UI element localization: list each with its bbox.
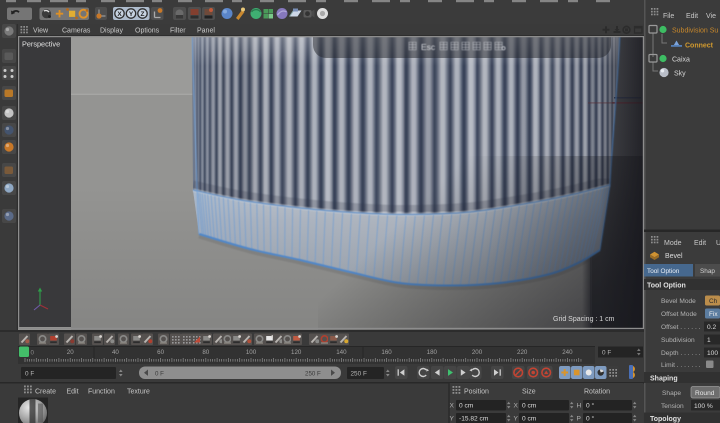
svg-text:Function: Function <box>88 389 115 396</box>
svg-text:100: 100 <box>246 349 257 356</box>
svg-text:120: 120 <box>291 349 302 356</box>
svg-text:Topology: Topology <box>650 416 681 423</box>
svg-text:100: 100 <box>707 350 718 357</box>
svg-text:Z: Z <box>141 11 145 18</box>
svg-text:180: 180 <box>427 349 438 356</box>
svg-text:Vie: Vie <box>706 13 716 20</box>
svg-text:0 °: 0 ° <box>586 402 594 410</box>
svg-text:Caixa: Caixa <box>672 57 690 64</box>
svg-text:Fix: Fix <box>709 311 718 318</box>
svg-text:Panel: Panel <box>197 28 215 35</box>
svg-text:Shaping: Shaping <box>650 376 678 383</box>
svg-text:Texture: Texture <box>127 389 150 396</box>
svg-text:Size: Size <box>522 389 536 396</box>
svg-text:Shape: Shape <box>662 390 681 397</box>
svg-text:Round: Round <box>695 390 715 397</box>
svg-text:X: X <box>117 11 122 18</box>
svg-text:20: 20 <box>67 349 74 356</box>
svg-text:Display: Display <box>100 28 123 35</box>
svg-text:X: X <box>514 403 519 410</box>
svg-text:View: View <box>33 28 49 35</box>
svg-text:Rotation: Rotation <box>584 389 610 396</box>
svg-text:Mode: Mode <box>664 240 682 247</box>
svg-text:Y: Y <box>450 416 455 423</box>
svg-text:X: X <box>450 403 455 410</box>
svg-text:60: 60 <box>157 349 164 356</box>
svg-text:0 F: 0 F <box>602 350 611 357</box>
svg-text:240: 240 <box>562 349 573 356</box>
svg-text:200: 200 <box>472 349 483 356</box>
svg-text:0.2: 0.2 <box>707 324 716 331</box>
svg-text:250 F: 250 F <box>305 371 321 378</box>
svg-text:Position: Position <box>464 389 489 396</box>
svg-text:0 cm: 0 cm <box>459 403 474 410</box>
svg-text:Sky: Sky <box>674 71 686 78</box>
svg-text:Y: Y <box>129 11 134 18</box>
svg-text:0: 0 <box>31 350 35 357</box>
svg-text:0 cm: 0 cm <box>522 416 537 423</box>
svg-text:Perspective: Perspective <box>22 40 60 49</box>
svg-text:0 cm: 0 cm <box>522 403 537 410</box>
svg-text:100 %: 100 % <box>694 403 713 410</box>
svg-text:Ch: Ch <box>709 298 718 305</box>
svg-text:Offset . . . . . .: Offset . . . . . . <box>661 324 701 331</box>
svg-text:Tension: Tension <box>661 403 684 410</box>
svg-text:40: 40 <box>112 349 119 356</box>
svg-text:File: File <box>663 13 674 20</box>
svg-text:Subdivision Su: Subdivision Su <box>672 28 718 35</box>
svg-text:Offset Mode: Offset Mode <box>661 311 697 318</box>
svg-text:220: 220 <box>517 349 528 356</box>
svg-text:Bevel Mode: Bevel Mode <box>661 298 696 305</box>
svg-text:0 F: 0 F <box>155 371 164 378</box>
svg-text:H: H <box>577 403 582 410</box>
svg-text:Bevel: Bevel <box>665 253 683 260</box>
svg-text:Options: Options <box>135 28 160 35</box>
svg-text:Edit: Edit <box>694 240 706 247</box>
svg-text:Edit: Edit <box>686 13 698 20</box>
svg-text:1: 1 <box>707 337 711 344</box>
svg-text:U: U <box>716 240 720 247</box>
svg-text:-15.82 cm: -15.82 cm <box>459 416 489 423</box>
svg-text:Shap: Shap <box>700 268 715 275</box>
svg-text:Tool Option: Tool Option <box>647 282 686 289</box>
svg-text:Y: Y <box>514 416 519 423</box>
svg-text:250 F: 250 F <box>351 371 367 378</box>
svg-text:Filter: Filter <box>170 28 186 35</box>
svg-text:0 F: 0 F <box>25 371 34 378</box>
svg-text:0 °: 0 ° <box>586 415 594 423</box>
svg-text:Limit . . . . . . .: Limit . . . . . . . <box>661 362 701 369</box>
svg-text:Edit: Edit <box>67 389 79 396</box>
svg-text:Create: Create <box>35 389 56 396</box>
svg-text:P: P <box>577 416 582 423</box>
svg-text:Subdivision: Subdivision <box>661 337 695 344</box>
svg-text:Cameras: Cameras <box>62 28 91 35</box>
svg-text:80: 80 <box>202 349 209 356</box>
svg-text:Esc: Esc <box>421 42 436 52</box>
svg-text:Connect: Connect <box>685 43 714 50</box>
svg-text:Tool Option: Tool Option <box>647 268 680 275</box>
svg-text:160: 160 <box>381 349 392 356</box>
svg-text:Depth . . . . . .: Depth . . . . . . <box>661 350 701 357</box>
svg-text:140: 140 <box>336 349 347 356</box>
svg-text:Grid Spacing : 1 cm: Grid Spacing : 1 cm <box>553 316 615 323</box>
